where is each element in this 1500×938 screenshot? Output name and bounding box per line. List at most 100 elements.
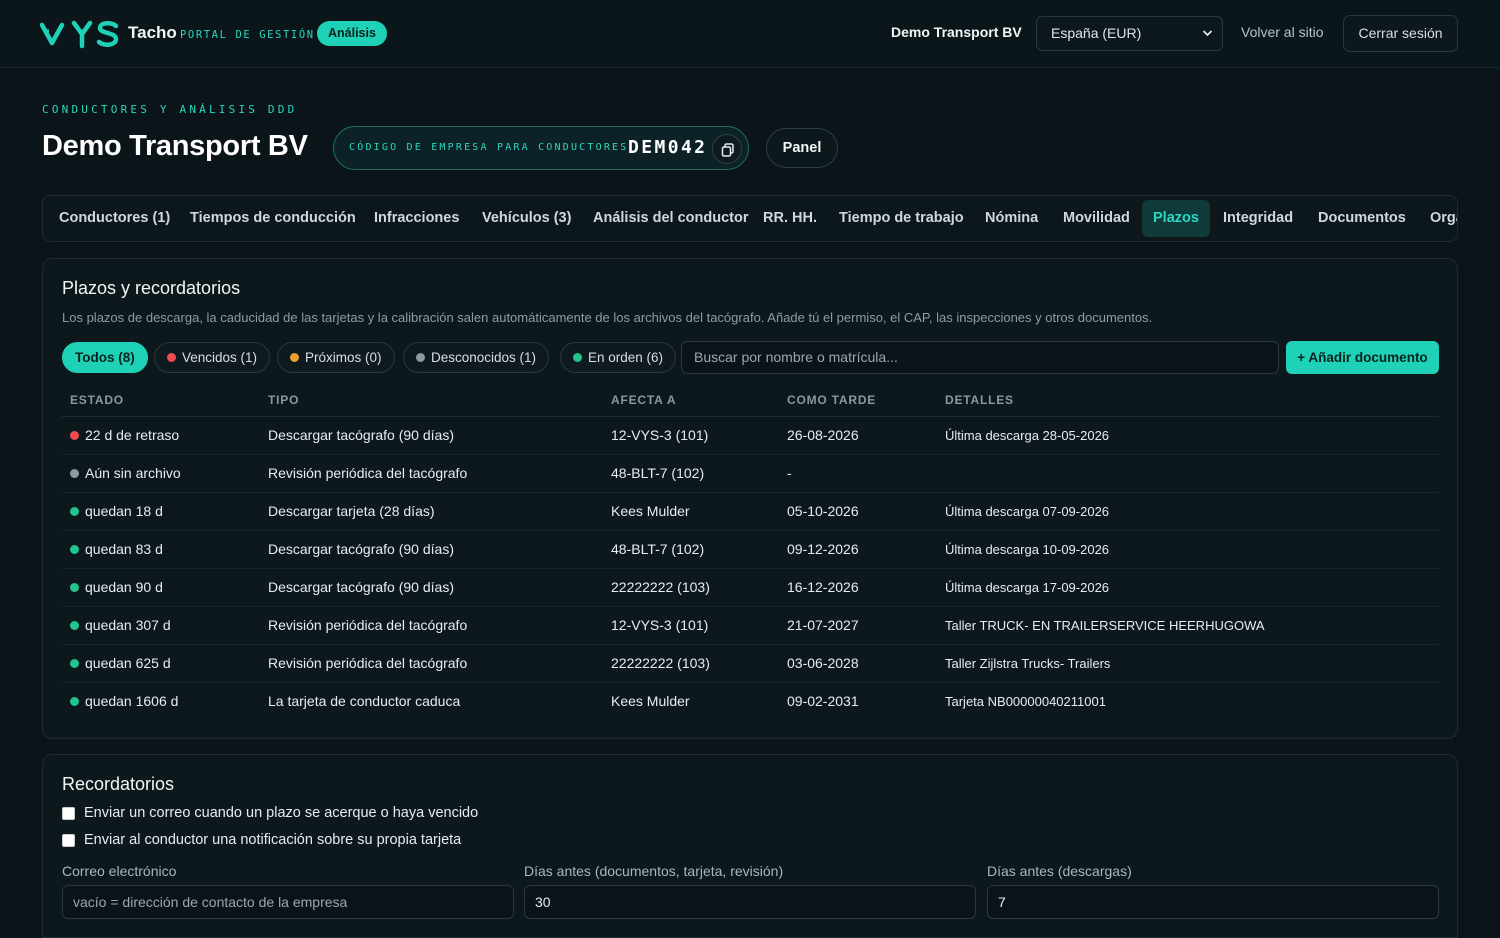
orange-dot-icon — [290, 353, 299, 362]
table-row[interactable]: quedan 307 d Revisión periódica del tacó… — [62, 607, 1439, 645]
row-status: quedan 625 d — [85, 655, 171, 671]
logout-button[interactable]: Cerrar sesión — [1343, 15, 1458, 52]
deadlines-description: Los plazos de descarga, la caducidad de … — [62, 310, 1153, 325]
table-row[interactable]: quedan 1606 d La tarjeta de conductor ca… — [62, 683, 1439, 721]
row-due: 03-06-2028 — [787, 655, 859, 671]
column-header-due[interactable]: COMO TARDE — [787, 393, 876, 407]
tab-organizacion[interactable]: Organización — [1430, 196, 1457, 241]
row-due: 09-12-2026 — [787, 541, 859, 557]
company-code-value: DEM042 — [628, 137, 708, 158]
deadlines-title: Plazos y recordatorios — [62, 278, 241, 298]
tab-nomina[interactable]: Nómina — [985, 196, 1038, 241]
status-dot-icon — [70, 545, 79, 554]
tab-vehiculos[interactable]: Vehículos (3) — [482, 196, 571, 241]
tab-movilidad[interactable]: Movilidad — [1063, 196, 1130, 241]
row-status: quedan 307 d — [85, 617, 171, 633]
page-eyebrow: CONDUCTORES Y ANÁLISIS DDD — [42, 103, 298, 116]
filter-unknown[interactable]: Desconocidos (1) — [403, 342, 550, 373]
row-affects: 12-VYS-3 (101) — [611, 617, 709, 633]
table-row[interactable]: 22 d de retraso Descargar tacógrafo (90 … — [62, 417, 1439, 455]
status-dot-icon — [70, 583, 79, 592]
table-row[interactable]: quedan 83 d Descargar tacógrafo (90 días… — [62, 531, 1439, 569]
table-row[interactable]: quedan 18 d Descargar tarjeta (28 días) … — [62, 493, 1439, 531]
table-row[interactable]: Aún sin archivo Revisión periódica del t… — [62, 455, 1439, 493]
copy-code-button[interactable] — [712, 134, 742, 164]
grey-dot-icon — [416, 353, 425, 362]
days-before-downloads-input[interactable]: 7 — [987, 885, 1439, 919]
tab-conductores[interactable]: Conductores (1) — [59, 196, 170, 241]
brand-name: Tacho — [128, 23, 177, 42]
row-type: La tarjeta de conductor caduca — [268, 693, 461, 709]
row-details: Taller TRUCK- EN TRAILERSERVICE HEERHUGO… — [945, 618, 1265, 633]
status-dot-icon — [70, 507, 79, 516]
row-details: Última descarga 17-09-2026 — [945, 580, 1110, 595]
column-header-details[interactable]: DETALLES — [945, 393, 1014, 407]
column-header-type[interactable]: TIPO — [268, 393, 299, 407]
filter-unknown-label: Desconocidos (1) — [431, 350, 537, 365]
section-tabs: Conductores (1) Tiempos de conducción In… — [42, 195, 1458, 242]
column-header-status[interactable]: ESTADO — [70, 393, 124, 407]
status-dot-icon — [70, 659, 79, 668]
back-to-site-link[interactable]: Volver al sitio — [1241, 24, 1323, 40]
row-type: Descargar tacógrafo (90 días) — [268, 427, 454, 443]
add-document-button[interactable]: + Añadir documento — [1286, 341, 1439, 374]
filter-upcoming-label: Próximos (0) — [305, 350, 382, 365]
row-status: quedan 18 d — [85, 503, 163, 519]
status-dot-icon — [70, 621, 79, 630]
row-type: Revisión periódica del tacógrafo — [268, 655, 468, 671]
region-select[interactable]: España (EUR) — [1036, 16, 1223, 51]
row-details: Taller Zijlstra Trucks- Trailers — [945, 656, 1111, 671]
email-field-label: Correo electrónico — [62, 863, 177, 879]
row-type: Descargar tarjeta (28 días) — [268, 503, 435, 519]
brand-subtitle: PORTAL DE GESTIÓN — [180, 29, 315, 41]
status-dot-icon — [70, 697, 79, 706]
tab-analisis-conductor[interactable]: Análisis del conductor — [593, 196, 749, 241]
tab-plazos[interactable]: Plazos — [1142, 200, 1210, 237]
row-due: 26-08-2026 — [787, 427, 859, 443]
column-header-affects[interactable]: AFECTA A — [611, 393, 676, 407]
analysis-badge[interactable]: Análisis — [317, 21, 387, 46]
row-status: quedan 90 d — [85, 579, 163, 595]
tab-infracciones[interactable]: Infracciones — [374, 196, 459, 241]
deadlines-card: Plazos y recordatorios Los plazos de des… — [42, 258, 1458, 739]
row-due: - — [787, 465, 792, 481]
days-before-docs-label: Días antes (documentos, tarjeta, revisió… — [524, 863, 784, 879]
tab-rrhh[interactable]: RR. HH. — [763, 196, 817, 241]
filter-overdue-label: Vencidos (1) — [182, 350, 258, 365]
filter-upcoming[interactable]: Próximos (0) — [277, 342, 395, 373]
row-affects: Kees Mulder — [611, 503, 690, 519]
status-dot-icon — [70, 469, 79, 478]
chevron-down-icon — [1202, 17, 1213, 64]
driver-notification-checkbox[interactable] — [62, 834, 75, 847]
table-row[interactable]: quedan 90 d Descargar tacógrafo (90 días… — [62, 569, 1439, 607]
panel-button[interactable]: Panel — [766, 128, 838, 168]
days-before-docs-input[interactable]: 30 — [524, 885, 976, 919]
filter-all-label: Todos (8) — [75, 350, 135, 365]
row-status: 22 d de retraso — [85, 427, 180, 443]
tab-tiempos-conduccion[interactable]: Tiempos de conducción — [190, 196, 356, 241]
status-dot-icon — [70, 431, 79, 440]
filter-all[interactable]: Todos (8) — [62, 342, 148, 373]
email-reminder-checkbox[interactable] — [62, 807, 75, 820]
tab-documentos[interactable]: Documentos — [1318, 196, 1406, 241]
row-details: Última descarga 28-05-2026 — [945, 428, 1110, 443]
row-status: Aún sin archivo — [85, 465, 181, 481]
row-affects: Kees Mulder — [611, 693, 690, 709]
row-type: Descargar tacógrafo (90 días) — [268, 579, 454, 595]
page-title: Demo Transport BV — [42, 130, 308, 162]
vys-logo[interactable] — [40, 19, 120, 49]
row-type: Descargar tacógrafo (90 días) — [268, 541, 454, 557]
table-row[interactable]: quedan 625 d Revisión periódica del tacó… — [62, 645, 1439, 683]
company-code-box: CÓDIGO DE EMPRESA PARA CONDUCTORES DEM04… — [333, 126, 749, 170]
row-affects: 12-VYS-3 (101) — [611, 427, 709, 443]
reminders-card: Recordatorios Enviar un correo cuando un… — [42, 754, 1458, 938]
row-affects: 22222222 (103) — [611, 655, 710, 671]
email-field[interactable]: vacío = dirección de contacto de la empr… — [62, 885, 514, 919]
search-input[interactable]: Buscar por nombre o matrícula... — [681, 341, 1279, 374]
email-reminder-label: Enviar un correo cuando un plazo se acer… — [84, 805, 479, 821]
filter-overdue[interactable]: Vencidos (1) — [154, 342, 271, 373]
red-dot-icon — [167, 353, 176, 362]
tab-tiempo-trabajo[interactable]: Tiempo de trabajo — [839, 196, 964, 241]
filter-in-order[interactable]: En orden (6) — [560, 342, 677, 373]
tab-integridad[interactable]: Integridad — [1223, 196, 1293, 241]
